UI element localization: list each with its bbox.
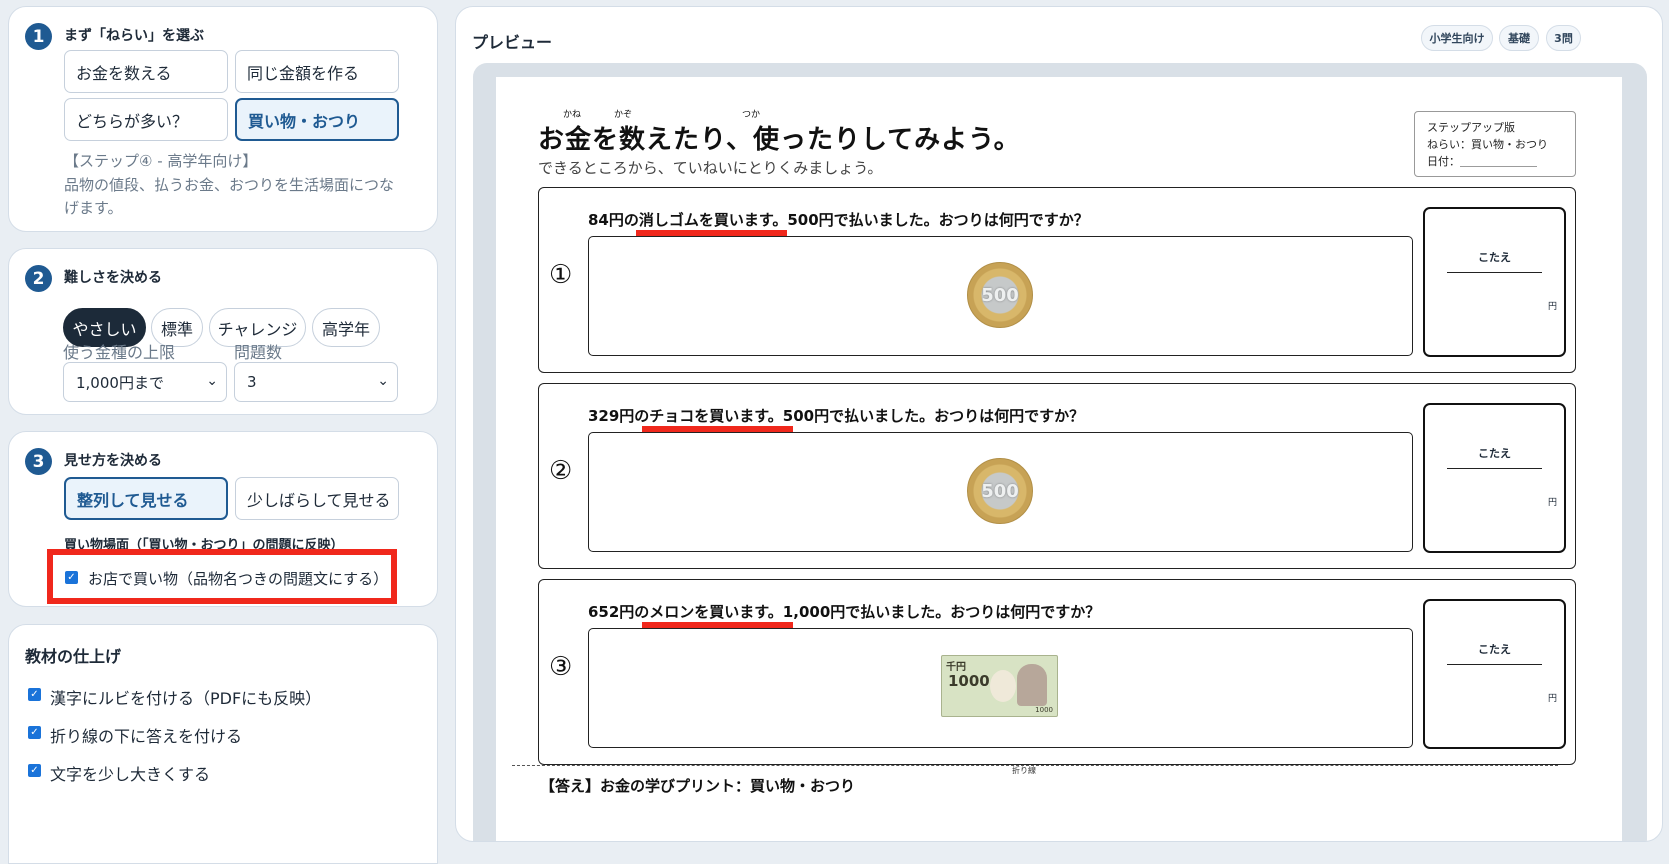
step2-number: 2: [25, 265, 52, 292]
worksheet-title: お金を数えたり、使ったりしてみよう。: [538, 125, 1021, 155]
work-area: 千円 1000 1000: [588, 628, 1413, 748]
answer-unit: 円: [1547, 302, 1557, 312]
chevron-down-icon: ⌄: [206, 373, 218, 389]
goal-same-amount-button[interactable]: 同じ金額を作る: [235, 50, 399, 93]
info-date: 日付：＿＿＿＿＿＿＿: [1427, 155, 1537, 168]
answer-label: こたえ: [1478, 643, 1511, 656]
ruby-checkbox[interactable]: ✓: [28, 688, 41, 701]
max-denomination-select[interactable]: 1,000円まで ⌄: [63, 362, 227, 402]
coin-500-icon: 500: [967, 458, 1033, 524]
layout-scattered-button[interactable]: 少しばらして見せる: [235, 477, 399, 520]
tag-question-count: 3問: [1546, 25, 1581, 51]
preview-title: プレビュー: [472, 33, 553, 52]
fold-label: 折り線: [1012, 766, 1036, 775]
answer-line: [1447, 468, 1542, 469]
goal-shopping-change-button[interactable]: 買い物・おつり: [235, 98, 399, 141]
question-count-select[interactable]: 3 ⌄: [234, 362, 398, 402]
answer-box: こたえ 円: [1423, 599, 1566, 749]
step1-card: 1 まず「ねらい」を選ぶ お金を数える 同じ金額を作る どちらが多い？ 買い物・…: [8, 6, 438, 232]
answer-label: こたえ: [1478, 251, 1511, 264]
worksheet-subtitle: できるところから、ていねいにとりくみましょう。: [538, 159, 883, 177]
max-denomination-label: 使う金種の上限: [63, 343, 176, 362]
preview-panel: プレビュー 小学生向け 基礎 3問 かね かぞ つか お金を数えたり、使ったりし…: [455, 6, 1663, 842]
ruby-checkbox-label: 漢字にルビを付ける（PDFにも反映）: [50, 689, 322, 708]
info-version: ステップアップ版: [1427, 121, 1515, 134]
larger-text-checkbox[interactable]: ✓: [28, 764, 41, 777]
max-denomination-value: 1,000円まで: [76, 373, 164, 392]
step1-title: まず「ねらい」を選ぶ: [64, 28, 204, 44]
question-number: ①: [549, 260, 573, 290]
step1-note-text-1: 品物の値段、払うお金、おつりを生活場面につな: [64, 176, 395, 194]
question-text: 652円のメロンを買います。1,000円で払いました。おつりは何円ですか？: [588, 603, 1101, 621]
answer-line: [1447, 664, 1542, 665]
layout-aligned-button[interactable]: 整列して見せる: [64, 477, 228, 520]
answers-below-fold-checkbox[interactable]: ✓: [28, 726, 41, 739]
question-count-value: 3: [247, 373, 257, 391]
answer-unit: 円: [1547, 498, 1557, 508]
work-area: 500: [588, 236, 1413, 356]
tag-elementary: 小学生向け: [1421, 25, 1493, 51]
info-goal: ねらい：買い物・おつり: [1427, 138, 1548, 151]
answer-line: [1447, 272, 1542, 273]
bill-1000-icon: 千円 1000 1000: [941, 655, 1058, 717]
question-count-label: 問題数: [234, 343, 283, 362]
settings-panel: 1 まず「ねらい」を選ぶ お金を数える 同じ金額を作る どちらが多い？ 買い物・…: [8, 6, 438, 864]
step3-number: 3: [25, 448, 52, 475]
step2-title: 難しさを決める: [64, 270, 162, 286]
question-text: 84円の消しゴムを買います。500円で払いました。おつりは何円ですか？: [588, 211, 1089, 229]
level-upper-grade-button[interactable]: 高学年: [312, 308, 380, 347]
finish-title: 教材の仕上げ: [25, 647, 122, 666]
step1-number: 1: [25, 23, 52, 50]
shop-scene-checkbox[interactable]: ✓: [65, 571, 78, 584]
step3-title: 見せ方を決める: [64, 453, 162, 469]
work-area: 500: [588, 432, 1413, 552]
step1-note-tag: 【ステップ④ - 高学年向け】: [64, 152, 258, 170]
question-1: ① 84円の消しゴムを買います。500円で払いました。おつりは何円ですか？ 50…: [538, 187, 1576, 373]
question-number: ③: [549, 652, 573, 682]
goal-which-more-button[interactable]: どちらが多い？: [64, 98, 228, 141]
shop-scene-checkbox-label: お店で買い物（品物名つきの問題文にする）: [88, 570, 389, 588]
answer-label: こたえ: [1478, 447, 1511, 460]
question-3: ③ 652円のメロンを買います。1,000円で払いました。おつりは何円ですか？ …: [538, 579, 1576, 765]
question-text: 329円のチョコを買います。500円で払いました。おつりは何円ですか？: [588, 407, 1085, 425]
answer-box: こたえ 円: [1423, 403, 1566, 553]
goal-count-money-button[interactable]: お金を数える: [64, 50, 228, 93]
worksheet-info-box: ステップアップ版 ねらい：買い物・おつり 日付：＿＿＿＿＿＿＿: [1414, 111, 1576, 177]
step1-note-text-2: げます。: [64, 199, 123, 217]
answer-unit: 円: [1547, 694, 1557, 704]
coin-500-icon: 500: [967, 262, 1033, 328]
worksheet-page: かね かぞ つか お金を数えたり、使ったりしてみよう。 できるところから、ていね…: [496, 77, 1622, 841]
question-number: ②: [549, 456, 573, 486]
larger-text-label: 文字を少し大きくする: [50, 765, 211, 784]
chevron-down-icon: ⌄: [377, 373, 389, 389]
answers-below-fold-label: 折り線の下に答えを付ける: [50, 727, 243, 746]
question-2: ② 329円のチョコを買います。500円で払いました。おつりは何円ですか？ 50…: [538, 383, 1576, 569]
tag-basic: 基礎: [1499, 25, 1539, 51]
answer-box: こたえ 円: [1423, 207, 1566, 357]
answers-section-title: 【答え】お金の学びプリント：買い物・おつり: [540, 777, 856, 795]
